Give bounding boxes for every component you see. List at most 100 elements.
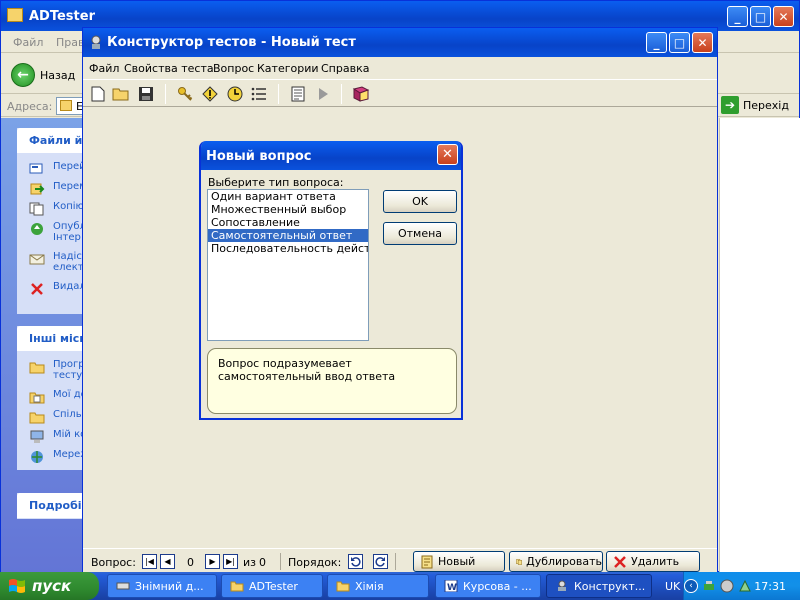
svg-text:W: W	[447, 583, 457, 592]
cancel-button[interactable]: Отмена	[383, 222, 457, 245]
show-hidden-icons-icon[interactable]: ‹	[684, 579, 698, 593]
minimize-button[interactable]: _	[727, 6, 748, 27]
details-section: Подробі	[17, 493, 85, 519]
maximize-button[interactable]: □	[750, 6, 771, 27]
volume-icon[interactable]	[720, 579, 734, 593]
tp-item-label: Перем	[53, 181, 85, 192]
tp-item-my-documents[interactable]: Мої до	[17, 389, 85, 409]
taskbar: пуск Знімний д... ADTester Хімія W Курсо…	[0, 572, 800, 600]
tp-item-label: Опублі	[53, 221, 85, 232]
properties-icon[interactable]	[289, 85, 307, 103]
constructor-title-bar[interactable]: Конструктор тестов - Новый тест _ □ ✕	[83, 28, 717, 57]
order-undo-button[interactable]	[348, 554, 363, 569]
task-label: Конструкт...	[574, 579, 646, 593]
tp-item-publish[interactable]: Опублі Інтер	[17, 221, 85, 251]
menu-file[interactable]: Файл	[13, 36, 43, 49]
publish-icon	[31, 223, 43, 235]
last-question-button[interactable]: ▶|	[223, 554, 238, 569]
order-label: Порядок:	[288, 556, 342, 569]
list-item-single-choice[interactable]: Один вариант ответа	[208, 190, 368, 203]
copy-icon	[29, 202, 44, 216]
toolbar-separator	[341, 84, 342, 104]
delete-icon	[31, 283, 43, 295]
list-item-multiple-choice[interactable]: Множественный выбор	[208, 203, 368, 216]
dialog-title-bar[interactable]: Новый вопрос ✕	[201, 141, 461, 170]
back-button[interactable]: ← Назад	[11, 63, 75, 87]
constructor-toolbar	[83, 79, 717, 107]
book-icon[interactable]	[352, 85, 370, 103]
maximize-button[interactable]: □	[669, 32, 690, 53]
menu-test-properties[interactable]: Свойства теста	[124, 62, 214, 75]
go-button[interactable]: ➔ Перехід	[721, 96, 789, 114]
task-removable-drive[interactable]: Знімний д...	[107, 574, 217, 598]
tp-item-delete[interactable]: Видал	[17, 281, 85, 301]
save-icon[interactable]	[137, 85, 155, 103]
delete-question-label: Удалить	[631, 555, 680, 568]
first-question-button[interactable]: |◀	[142, 554, 157, 569]
new-question-button[interactable]: Новый	[413, 551, 505, 572]
task-label: Курсова - ...	[463, 579, 532, 593]
tp-item-network[interactable]: Мереж	[17, 449, 85, 469]
tp-item-rename[interactable]: Перей	[17, 161, 85, 181]
folder-icon	[336, 581, 350, 592]
duplicate-icon	[516, 558, 522, 565]
tp-item-move[interactable]: Перем	[17, 181, 85, 201]
folder-icon	[60, 100, 72, 111]
duplicate-question-button[interactable]: Дублировать	[509, 551, 603, 572]
question-nav-bar: Вопрос: |◀ ◀ 0 ▶ ▶| из 0 Порядок: Новый …	[83, 548, 717, 573]
task-chemistry[interactable]: Хімія	[327, 574, 429, 598]
tp-item-programs[interactable]: Прогр тесту	[17, 359, 85, 389]
close-button[interactable]: ✕	[692, 32, 713, 53]
section-title[interactable]: Файли й п	[17, 128, 85, 153]
order-redo-button[interactable]	[373, 554, 388, 569]
constructor-menu-bar: Файл Свойства теста Вопрос Категории Спр…	[83, 57, 717, 79]
section-title[interactable]: Інші місц	[17, 326, 85, 351]
next-question-button[interactable]: ▶	[205, 554, 220, 569]
list-item-matching[interactable]: Сопоставление	[208, 216, 368, 229]
dialog-close-button[interactable]: ✕	[437, 144, 458, 165]
app-icon	[91, 35, 101, 49]
close-button[interactable]: ✕	[773, 6, 794, 27]
network-status-icon[interactable]	[738, 579, 752, 593]
play-icon[interactable]	[314, 85, 332, 103]
usb-device-icon[interactable]	[702, 579, 716, 593]
prev-question-button[interactable]: ◀	[160, 554, 175, 569]
menu-edit[interactable]: Прав	[56, 36, 84, 49]
menu-help[interactable]: Справка	[321, 62, 369, 75]
warning-icon[interactable]	[201, 85, 219, 103]
menu-categories[interactable]: Категории	[257, 62, 319, 75]
new-question-label: Новый	[438, 555, 476, 568]
minimize-button[interactable]: _	[646, 32, 667, 53]
new-file-icon[interactable]	[89, 85, 107, 103]
section-title[interactable]: Подробі	[17, 493, 85, 518]
question-type-list[interactable]: Один вариант ответа Множественный выбор …	[207, 189, 369, 341]
list-item-free-answer[interactable]: Самостоятельный ответ	[208, 229, 368, 242]
tp-item-sublabel: тесту	[53, 370, 83, 381]
task-label: Хімія	[355, 579, 384, 593]
clock-icon[interactable]	[226, 85, 244, 103]
tp-item-shared[interactable]: Спіль	[17, 409, 85, 429]
tp-item-copy[interactable]: Копію	[17, 201, 85, 221]
move-icon	[30, 183, 45, 195]
task-adtester[interactable]: ADTester	[221, 574, 323, 598]
folder-icon	[29, 412, 45, 424]
task-coursework[interactable]: W Курсова - ...	[435, 574, 541, 598]
tp-item-my-computer[interactable]: Мій ко	[17, 429, 85, 449]
key-icon[interactable]	[176, 85, 194, 103]
language-indicator[interactable]: UK	[665, 580, 680, 593]
ok-button[interactable]: OK	[383, 190, 457, 213]
tp-item-sublabel: елект	[53, 262, 84, 273]
task-test-constructor[interactable]: Конструкт...	[546, 574, 652, 598]
back-label: Назад	[40, 68, 76, 82]
start-button[interactable]: пуск	[0, 572, 99, 600]
delete-question-button[interactable]: Удалить	[606, 551, 700, 572]
tp-item-email[interactable]: Надіс елект	[17, 251, 85, 281]
menu-file[interactable]: Файл	[89, 62, 119, 75]
computer-icon	[30, 430, 44, 443]
menu-question[interactable]: Вопрос	[213, 62, 254, 75]
list-icon[interactable]	[250, 85, 268, 103]
clock[interactable]: 17:31	[754, 580, 786, 593]
list-item-sequence[interactable]: Последовательность действий	[208, 242, 368, 255]
task-label: Знімний д...	[135, 579, 204, 593]
open-folder-icon[interactable]	[112, 85, 130, 103]
